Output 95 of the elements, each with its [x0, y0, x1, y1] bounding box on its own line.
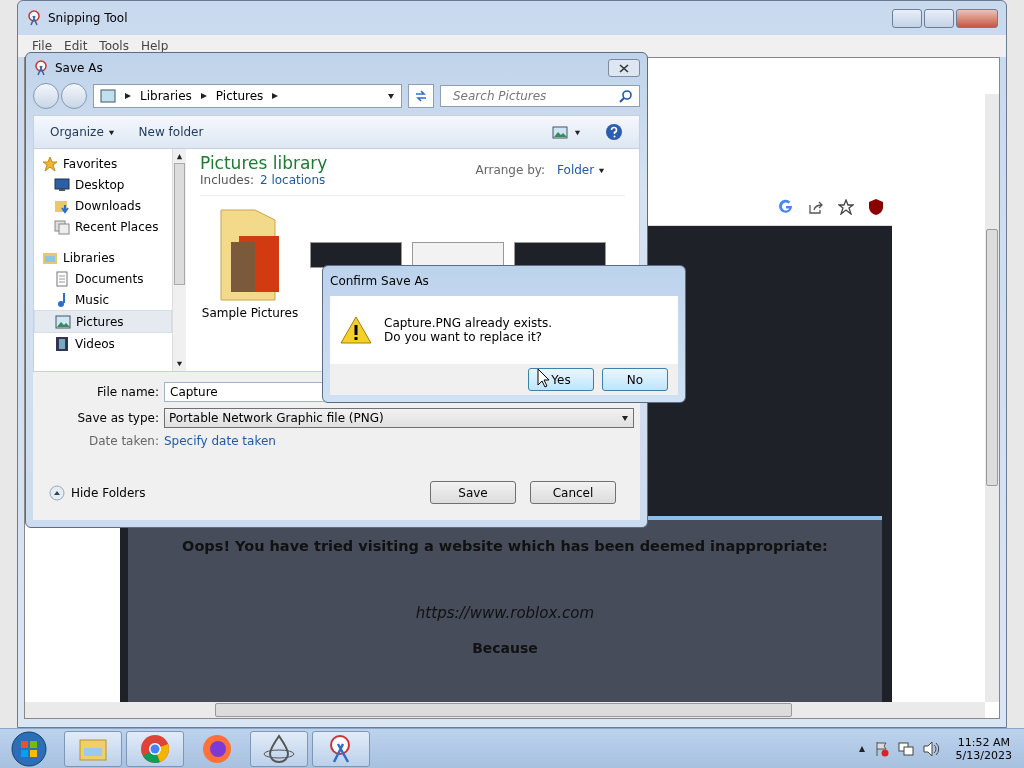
menu-item[interactable]: Tools [95, 39, 133, 53]
folder-label[interactable]: Sample Pictures [201, 306, 299, 320]
file-name-label: File name: [96, 385, 159, 399]
blocked-url: https://www.roblox.com [415, 604, 595, 622]
star-outline-icon [838, 198, 854, 215]
scissors-icon [26, 10, 42, 26]
caret-icon[interactable] [857, 745, 866, 753]
g-logo-icon [778, 198, 794, 215]
chevron-icon[interactable] [199, 92, 208, 100]
document-stack-icon [54, 218, 70, 235]
film-icon [54, 335, 70, 352]
because-label: Because [472, 640, 538, 656]
dialog-button[interactable]: Yes [528, 368, 594, 391]
nav-item[interactable]: Desktop [34, 174, 172, 195]
save-type-label: Save as type: [76, 411, 159, 425]
view-menu[interactable] [552, 125, 581, 139]
monitor-icon [54, 176, 70, 193]
search-icon [619, 89, 633, 103]
close-button[interactable] [608, 59, 640, 77]
screenshot-thumbnail[interactable] [310, 242, 402, 268]
menu-item[interactable]: Edit [60, 39, 92, 53]
up-arrow-icon[interactable] [176, 153, 183, 160]
droplet-icon [262, 734, 296, 764]
message-text: Do you want to replace it? [384, 330, 543, 344]
save-type-dropdown[interactable]: Portable Network Graphic file (PNG) [164, 408, 634, 428]
scrollbar[interactable] [172, 149, 186, 371]
folder-icon [78, 736, 108, 762]
nav-item[interactable]: Videos [34, 333, 172, 354]
nav-item[interactable]: Pictures [34, 310, 172, 333]
library-title: Pictures library [200, 153, 328, 173]
breadcrumb-item[interactable]: Libraries [140, 89, 192, 103]
minimize-button[interactable] [892, 8, 922, 28]
flag-icon[interactable] [873, 741, 890, 757]
picture-icon [100, 89, 116, 103]
help-icon[interactable] [605, 123, 623, 141]
vertical-scrollbar[interactable] [985, 94, 999, 702]
chrome-icon [140, 734, 170, 764]
menu-item[interactable]: Help [136, 39, 173, 53]
includes-label: Includes: [200, 173, 254, 187]
dialog-title: Confirm Save As [330, 274, 429, 288]
nav-group[interactable]: Libraries [34, 247, 172, 268]
nav-item[interactable]: Recent Places [34, 216, 172, 237]
taskbar-button[interactable] [250, 731, 308, 767]
chevron-icon[interactable] [271, 92, 280, 100]
caret-icon[interactable] [574, 128, 581, 136]
arrange-label: Arrange by: [475, 163, 546, 177]
window-title: Snipping Tool [48, 11, 128, 25]
nav-item[interactable]: Downloads [34, 195, 172, 216]
start-button[interactable] [10, 730, 48, 768]
menu-item[interactable]: File [28, 39, 57, 53]
date-taken-link[interactable]: Specify date taken [164, 434, 276, 448]
refresh-icon[interactable] [414, 89, 428, 103]
star-icon [42, 155, 58, 172]
nav-group[interactable]: Favorites [34, 153, 172, 174]
collapse-icon[interactable] [49, 484, 65, 501]
shield-icon [868, 197, 884, 216]
locations-link[interactable]: 2 locations [260, 173, 326, 187]
dialog-button[interactable]: Save [430, 481, 516, 504]
organize-menu[interactable]: Organize [50, 125, 115, 139]
network-icon[interactable] [897, 741, 914, 757]
document-icon [54, 270, 70, 287]
down-arrow-icon[interactable] [176, 360, 183, 367]
close-icon[interactable] [619, 63, 629, 73]
picture-icon [55, 313, 71, 330]
screenshot-thumbnail[interactable] [412, 242, 504, 268]
block-heading: Oops! You have tried visiting a website which has been deemed inappropriate: [182, 538, 828, 554]
new-folder-button[interactable]: New folder [138, 125, 204, 139]
search-box[interactable]: Search Pictures [440, 85, 640, 107]
speaker-icon[interactable] [921, 741, 940, 757]
mouse-cursor-icon [537, 368, 551, 388]
caret-icon[interactable] [107, 129, 115, 136]
clock[interactable]: 11:52 AM 5/13/2023 [955, 736, 1012, 762]
breadcrumb-item[interactable]: Pictures [215, 89, 264, 103]
chevron-icon[interactable] [124, 92, 132, 100]
date-taken-label: Date taken: [87, 434, 159, 448]
taskbar-button[interactable] [126, 731, 184, 767]
caret-icon[interactable] [598, 167, 605, 174]
dialog-button[interactable]: Cancel [530, 481, 616, 504]
dropdown-icon[interactable] [621, 414, 629, 422]
nav-item[interactable]: Documents [34, 268, 172, 289]
dialog-title: Save As [55, 61, 103, 75]
dropdown-icon[interactable] [387, 92, 395, 100]
taskbar-button[interactable] [312, 731, 370, 767]
warning-icon [340, 316, 372, 344]
refresh-button[interactable] [408, 84, 434, 108]
horizontal-scrollbar[interactable] [25, 702, 985, 718]
maximize-button[interactable] [924, 8, 954, 28]
dialog-button[interactable]: No [602, 368, 668, 391]
arrange-dropdown[interactable]: Folder [557, 163, 605, 177]
hide-folders-link[interactable]: Hide Folders [71, 485, 146, 500]
screenshot-thumbnail[interactable] [514, 242, 606, 268]
message-text: Capture.PNG already exists. [384, 316, 553, 330]
scissors-icon [33, 60, 49, 76]
nav-item[interactable]: Music [34, 289, 172, 310]
address-bar[interactable]: Libraries Pictures [93, 84, 402, 108]
